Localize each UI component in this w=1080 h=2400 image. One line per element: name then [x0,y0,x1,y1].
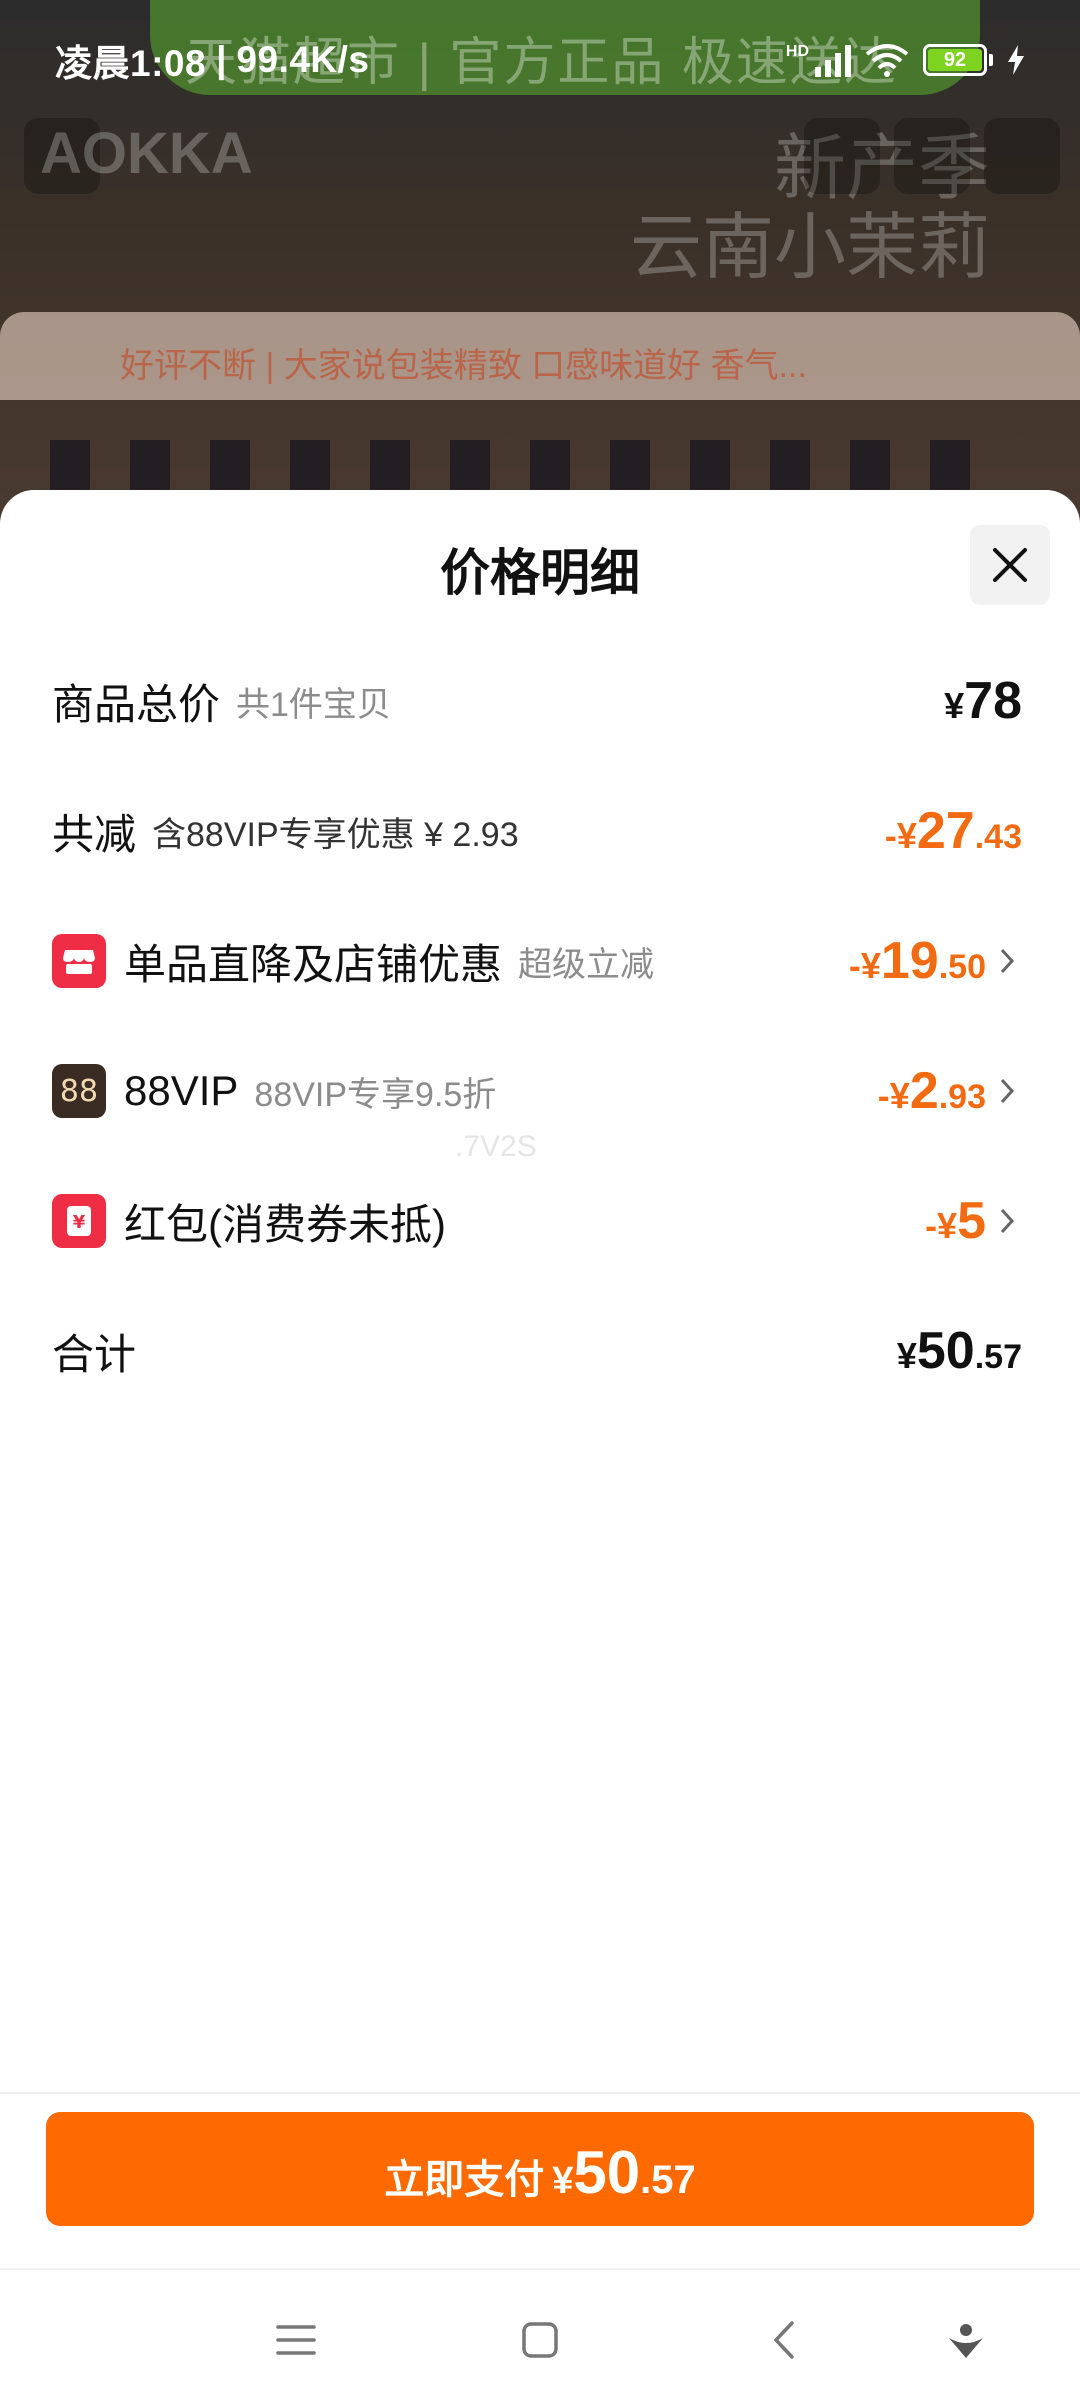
vip-discount-prefix: -¥ [877,1075,910,1116]
row-total-discount: 共减 含88VIP专享优惠 ¥ 2.93 -¥ 27 .43 [52,786,1022,876]
background-top-icons [804,118,1060,194]
status-separator: | [216,39,227,80]
total-discount-label: 共减 [52,810,137,858]
sum-label: 合计 [52,1330,137,1378]
back-button[interactable] [754,2310,814,2370]
store-icon [52,934,106,988]
wifi-icon [865,44,909,77]
total-discount-prefix: -¥ [884,815,917,856]
more-icon [984,118,1060,194]
sum-currency: ¥ [896,1335,917,1376]
pay-button-dec: .57 [640,2158,696,2202]
row-goods-total: 商品总价 共1件宝贝 ¥ 78 [52,656,1022,746]
vip-discount-int: 2 [909,1062,939,1120]
row-red-packet[interactable]: ¥ 红包(消费券未抵) -¥ 5 [52,1176,1022,1266]
total-discount-amount: -¥ 27 .43 [885,801,1022,861]
sheet-title: 价格明细 [440,545,640,601]
charging-icon [1008,45,1024,75]
goods-total-amount: ¥ 78 [944,671,1022,731]
assistant-icon [949,2324,983,2358]
assistant-button[interactable] [936,2310,996,2370]
store-discount-label: 单品直降及店铺优惠 [124,940,503,988]
sum-dec: .57 [974,1338,1022,1376]
background-review-text: 好评不断 | 大家说包装精致 口感味道好 香气... [120,347,807,385]
battery-level: 92 [928,49,982,71]
row-store-discount[interactable]: 单品直降及店铺优惠 超级立减 -¥ 19 .50 [52,916,1022,1006]
goods-total-currency: ¥ [944,685,965,726]
hd-signal-icon: HD [786,43,851,77]
row-88vip[interactable]: 88 88VIP 88VIP专享9.5折 -¥ 2 .93 [52,1046,1022,1136]
red-packet-prefix: -¥ [925,1205,958,1246]
store-discount-int: 19 [880,932,939,990]
pay-button-label: 立即支付 [384,2158,545,2202]
share-icon [804,118,880,194]
status-bar: 凌晨1:08 | 99.4K/s HD 92 [0,0,1080,120]
close-button[interactable] [970,525,1050,605]
vip-label: 88VIP [124,1067,239,1114]
watermark-text: .7V2S [455,1130,537,1163]
status-icons: HD 92 [786,43,1025,77]
store-discount-amount: -¥ 19 .50 [849,931,986,991]
home-button[interactable] [510,2310,570,2370]
red-packet-label: 红包(消费券未抵) [124,1200,446,1248]
svg-text:¥: ¥ [73,1212,86,1233]
goods-total-int: 78 [964,672,1022,730]
background-brand: AOKKA [40,121,253,186]
total-discount-dec: .43 [974,818,1022,856]
status-net-speed: 99.4K/s [236,39,370,80]
background-sku-chips [0,440,1080,490]
sum-int: 50 [916,1322,975,1380]
chevron-right-icon [992,1071,1022,1111]
store-discount-prefix: -¥ [848,945,881,986]
goods-total-count: 共1件宝贝 [236,685,391,724]
menu-icon [276,2325,316,2355]
home-square-icon [522,2322,558,2358]
cart-icon [894,118,970,194]
red-packet-icon: ¥ [52,1194,106,1248]
goods-total-label: 商品总价 [52,680,221,728]
sum-amount: ¥ 50 .57 [897,1321,1022,1381]
close-icon [993,548,1027,582]
vip-discount-amount: -¥ 2 .93 [878,1061,986,1121]
system-nav-bar [0,2268,1080,2400]
vip-88-icon: 88 [52,1064,106,1118]
chevron-right-icon [992,941,1022,981]
row-sum: 合计 ¥ 50 .57 [52,1306,1022,1396]
status-time: 凌晨1:08 [55,43,207,84]
total-discount-note: 含88VIP专享优惠 ¥ 2.93 [152,815,519,854]
vip-discount-dec: .93 [938,1078,986,1116]
battery-icon: 92 [923,44,993,76]
background-title-line2: 云南小茉莉 [629,208,990,289]
pay-button-int: 50 [573,2139,641,2206]
store-discount-tag: 超级立减 [518,945,655,984]
total-discount-int: 27 [916,802,975,860]
pay-now-button[interactable]: 立即支付 ¥ 50 .57 [46,2112,1034,2226]
vip-tag: 88VIP专享9.5折 [254,1075,497,1114]
chevron-right-icon [992,1201,1022,1241]
pay-button-currency: ¥ [552,2160,574,2202]
store-discount-dec: .50 [938,948,986,986]
bottom-divider [0,2092,1080,2094]
menu-button[interactable] [266,2310,326,2370]
back-chevron-icon [773,2321,794,2359]
red-packet-int: 5 [957,1192,986,1250]
red-packet-amount: -¥ 5 [925,1191,986,1251]
